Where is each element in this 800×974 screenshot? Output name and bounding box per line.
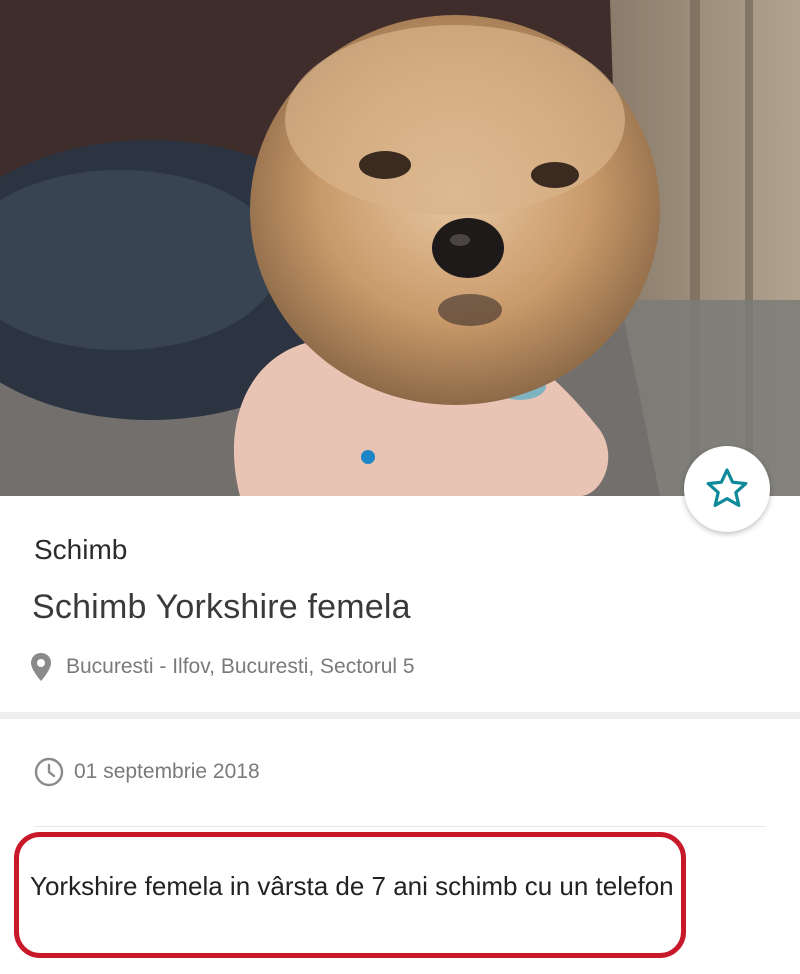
map-pin-icon [31,653,51,681]
listing-title: Schimb Yorkshire femela [32,588,411,626]
listing-date: 01 septembrie 2018 [34,757,260,787]
dog-photo-illustration [0,0,800,496]
section-divider [0,712,800,719]
favorite-button[interactable] [684,446,770,532]
star-icon [706,468,748,507]
thin-divider [34,826,766,827]
date-text: 01 septembrie 2018 [74,760,260,783]
listing-category: Schimb [34,534,128,565]
listing-location: Bucuresti - Ilfov, Bucuresti, Sectorul 5 [30,652,415,682]
gallery-indicator-dot[interactable] [361,450,375,464]
listing-description: Yorkshire femela in vârsta de 7 ani schi… [30,871,674,901]
clock-icon [34,757,64,787]
listing-photo[interactable] [0,0,800,496]
location-text: Bucuresti - Ilfov, Bucuresti, Sectorul 5 [66,655,415,678]
